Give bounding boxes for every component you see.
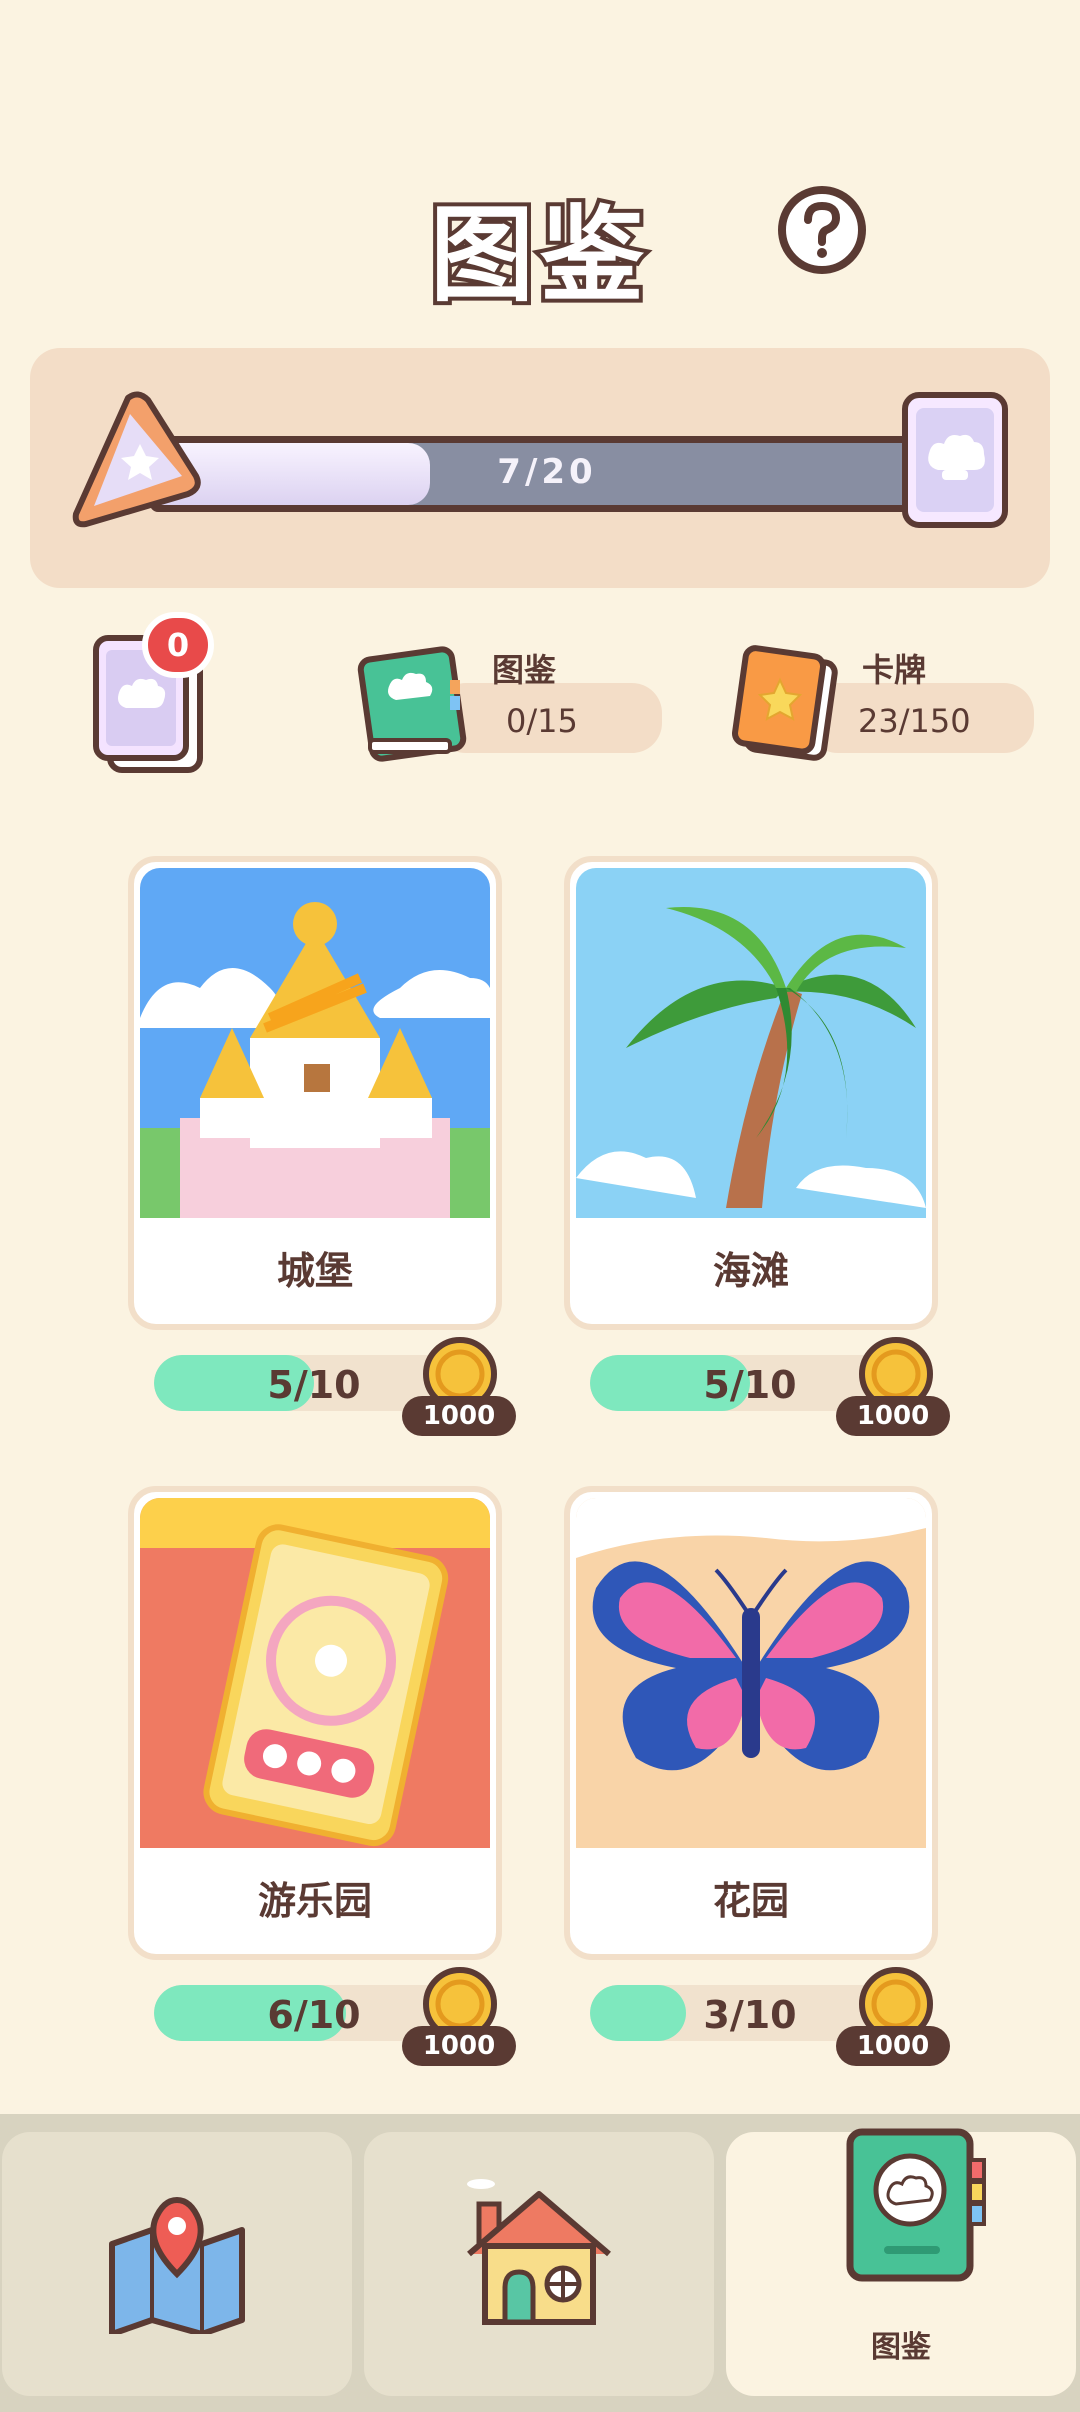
amusement-park-image <box>140 1498 490 1848</box>
collection-progress-text: 7/20 <box>497 452 597 492</box>
beach-image <box>576 868 926 1218</box>
collection-card-beach[interactable]: 海滩 <box>564 856 938 1330</box>
question-icon <box>778 186 866 274</box>
cards-stat-value: 23/150 <box>858 702 971 740</box>
collection-card-castle[interactable]: 城堡 <box>128 856 502 1330</box>
pack-count-badge: 0 <box>142 612 214 678</box>
album-icon <box>846 2128 986 2282</box>
nav-tab-home[interactable] <box>364 2132 714 2396</box>
reward-amount: 1000 <box>402 2026 516 2066</box>
album-book-icon <box>350 640 474 768</box>
collection-name: 游乐园 <box>257 1879 372 1923</box>
nav-tab-album[interactable]: 图鉴 <box>726 2128 1076 2396</box>
progress-reward-card-icon <box>900 390 1010 536</box>
garden-image <box>576 1498 926 1848</box>
progress-start-icon <box>68 384 208 538</box>
collection-card-amusement-park[interactable]: 游乐园 <box>128 1486 502 1960</box>
reward-amount: 1000 <box>836 2026 950 2066</box>
collection-name: 花园 <box>712 1879 789 1923</box>
nav-label-album: 图鉴 <box>871 2330 931 2365</box>
collection-card-garden[interactable]: 花园 <box>564 1486 938 1960</box>
help-button[interactable] <box>776 184 868 276</box>
cards-deck-icon <box>730 644 840 768</box>
house-icon <box>467 2179 611 2325</box>
collection-name: 城堡 <box>276 1249 353 1293</box>
album-stat-value: 0/15 <box>506 702 578 740</box>
cards-stat-title: 卡牌 <box>862 651 927 689</box>
pack-count-text: 0 <box>166 626 190 664</box>
map-icon <box>109 2196 245 2334</box>
album-stat-title: 图鉴 <box>492 651 557 689</box>
reward-amount: 1000 <box>402 1396 516 1436</box>
page-title: 图鉴 <box>426 190 650 320</box>
castle-image <box>140 868 490 1218</box>
collection-name: 海滩 <box>712 1249 789 1293</box>
collection-progress-bar: 7/20 <box>150 436 944 512</box>
nav-tab-map[interactable] <box>2 2132 352 2396</box>
reward-amount: 1000 <box>836 1396 950 1436</box>
